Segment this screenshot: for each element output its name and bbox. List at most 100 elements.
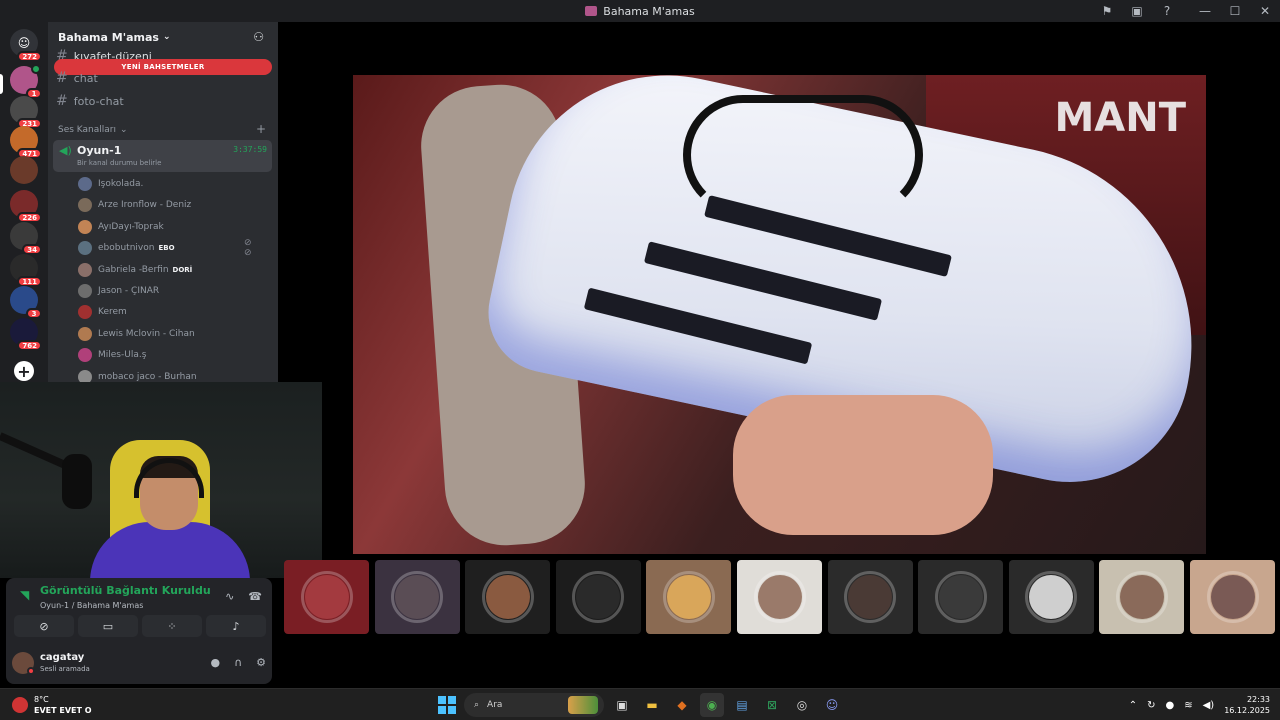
create-channel-icon[interactable]: + <box>256 122 266 136</box>
system-clock[interactable]: 22:33 16.12.2025 <box>1224 694 1270 716</box>
minimize-button[interactable]: — <box>1190 0 1220 22</box>
neon-sign: MANT <box>1054 95 1186 141</box>
participant-tile[interactable] <box>284 560 369 634</box>
gear-icon[interactable]: ⚙ <box>256 656 266 669</box>
help-icon[interactable]: ? <box>1152 0 1182 22</box>
volume-icon[interactable]: ◀) <box>1203 700 1215 711</box>
channel-item[interactable]: # foto-chat <box>56 91 124 111</box>
voice-indicator-icon <box>31 64 41 74</box>
hash-icon: # <box>56 93 68 109</box>
hash-icon: # <box>56 70 68 86</box>
headphones-icon[interactable]: ∩ <box>234 656 242 669</box>
participant-tile[interactable] <box>465 560 551 634</box>
microsoft-store-icon[interactable]: ▤ <box>730 693 754 717</box>
screen-share-button[interactable]: ▭ <box>78 615 138 637</box>
excel-icon[interactable]: ⊠ <box>760 693 784 717</box>
chrome-icon[interactable]: ◉ <box>700 693 724 717</box>
participant-tile[interactable] <box>918 560 1004 634</box>
avatar <box>78 198 92 213</box>
steam-icon[interactable]: ◎ <box>790 693 814 717</box>
participant-tile[interactable] <box>374 560 460 634</box>
direct-messages-button[interactable]: ☺ 272 <box>10 29 42 62</box>
server-badge: 272 <box>17 51 42 62</box>
participant-tile[interactable] <box>737 560 822 634</box>
main-video-stream[interactable]: MANT <box>353 75 1206 554</box>
inbox-flag-icon[interactable]: ⚑ <box>1092 0 1122 22</box>
participant-tile[interactable] <box>555 560 641 634</box>
server-icon[interactable]: 226 <box>10 190 42 223</box>
server-name: Bahama M'amas <box>58 30 159 44</box>
participant-tile[interactable] <box>1099 560 1185 634</box>
avatar <box>757 575 802 619</box>
channel-status-prompt[interactable]: Bir kanal durumu belirle <box>77 159 161 167</box>
server-icon[interactable]: 111 <box>10 254 42 287</box>
server-icon[interactable]: 231 <box>10 96 42 129</box>
voice-member[interactable]: Kerem <box>78 302 127 322</box>
voice-channel-oyun-1[interactable]: ◀) Oyun-1 3:37:59 Bir kanal durumu belir… <box>53 140 272 172</box>
server-icon[interactable]: 3 <box>10 286 42 319</box>
discord-logo-icon: ☺ <box>17 36 31 50</box>
voice-member[interactable]: Jason - ÇINAR <box>78 281 159 301</box>
member-name: ebobutnivon <box>98 243 155 254</box>
member-name: Kerem <box>98 307 127 318</box>
inbox-icon[interactable]: ▣ <box>1122 0 1152 22</box>
task-view-icon[interactable]: ▣ <box>610 693 634 717</box>
brave-browser-icon[interactable]: ◆ <box>670 693 694 717</box>
server-icon-bahama[interactable]: 1 <box>10 64 42 99</box>
avatar-ring <box>753 571 806 623</box>
taskbar-search[interactable]: ⌕ Ara <box>464 693 604 717</box>
camera-off-button[interactable]: ⊘ <box>14 615 74 637</box>
clock-time: 22:33 <box>1246 695 1270 704</box>
participant-tile[interactable] <box>1190 560 1275 634</box>
activities-button[interactable]: ⁘ <box>142 615 202 637</box>
noise-suppression-icon[interactable]: ∿ <box>225 590 234 603</box>
file-explorer-icon[interactable]: ▬ <box>640 693 664 717</box>
discord-icon[interactable]: ☺ <box>820 693 844 717</box>
server-icon[interactable] <box>10 156 38 184</box>
microphone-icon[interactable]: ● <box>210 656 220 669</box>
avatar-ring <box>934 571 987 623</box>
voice-member[interactable]: ebobutnivon EBO ⊘ ⊘ <box>78 238 252 258</box>
avatar <box>78 369 92 382</box>
channel-item[interactable]: # chat <box>56 68 98 88</box>
voice-member[interactable]: Gabriela -Berfin DORİ <box>78 260 192 280</box>
participant-tile[interactable] <box>827 560 913 634</box>
wifi-icon[interactable]: ≋ <box>1184 700 1192 711</box>
participant-tile[interactable] <box>646 560 732 634</box>
weather-widget[interactable]: 8°C EVET EVET O <box>8 693 168 717</box>
avatar-ring <box>1206 571 1259 623</box>
avatar <box>304 575 349 619</box>
voice-member[interactable]: AyıDayı-Toprak <box>78 217 164 237</box>
disconnect-icon[interactable]: ☎ <box>248 590 262 603</box>
soundboard-button[interactable]: ♪ <box>206 615 266 637</box>
activities-icon: ⁘ <box>167 619 177 633</box>
member-name: Lewis Mclovin - Cihan <box>98 328 195 339</box>
chevron-down-icon: ⌄ <box>120 125 128 135</box>
chevron-up-icon[interactable]: ⌃ <box>1129 700 1137 711</box>
server-folder-icon[interactable]: 762 <box>10 318 42 351</box>
maximize-button[interactable]: ☐ <box>1220 0 1250 22</box>
avatar <box>1210 575 1255 619</box>
search-highlight-image <box>568 696 598 714</box>
server-badge: 762 <box>17 340 42 351</box>
voice-member[interactable]: Miles-Ula.ş <box>78 345 146 365</box>
invite-people-icon[interactable]: ⚇ <box>253 30 264 44</box>
start-button[interactable] <box>436 694 458 716</box>
current-user[interactable]: cagatay Sesli aramada ● ∩ ⚙ <box>12 650 268 678</box>
add-server-button[interactable]: + <box>14 361 34 381</box>
voice-member[interactable]: Işokolada. <box>78 174 143 194</box>
participant-tile[interactable] <box>1008 560 1094 634</box>
sync-icon[interactable]: ↻ <box>1147 700 1155 711</box>
server-icon[interactable]: 471 <box>10 126 42 159</box>
close-button[interactable]: ✕ <box>1250 0 1280 22</box>
server-rail: ☺ 272 1 231 471 226 34 111 3 762 + <box>0 22 48 382</box>
server-icon[interactable]: 34 <box>10 222 42 255</box>
voice-member[interactable]: mobaco jaco - Burhan <box>78 367 197 382</box>
voice-category[interactable]: Ses Kanalları ⌄ <box>58 125 128 135</box>
microphone-tray-icon[interactable]: ● <box>1165 700 1174 711</box>
avatar <box>485 575 530 619</box>
channel-label: foto-chat <box>73 94 124 108</box>
avatar <box>576 575 621 619</box>
voice-member[interactable]: Arze Ironflow - Deniz <box>78 195 191 215</box>
voice-member[interactable]: Lewis Mclovin - Cihan <box>78 324 195 344</box>
